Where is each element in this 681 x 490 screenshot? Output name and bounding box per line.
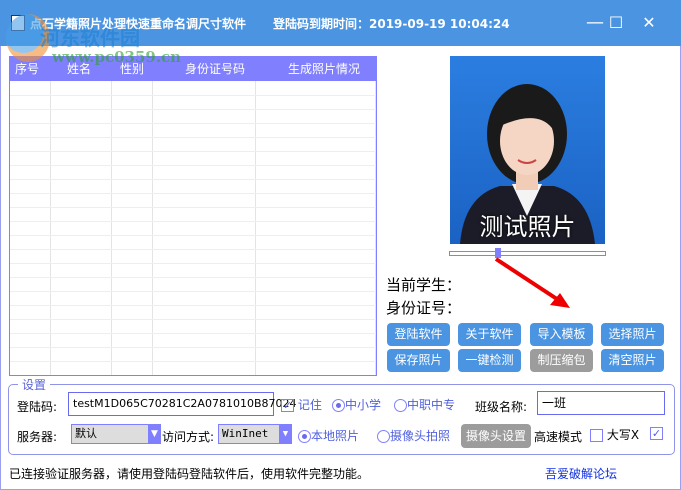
student-table[interactable]: 序号 姓名 性别 身份证号码 生成照片情况 (9, 56, 377, 376)
table-row-line (10, 137, 376, 138)
table-row-line (10, 207, 376, 208)
clear-photos-button[interactable]: 清空照片 (601, 349, 664, 372)
vocational-label: 中职中专 (407, 398, 456, 412)
table-row-line (10, 319, 376, 320)
login-button[interactable]: 登陆软件 (387, 323, 450, 346)
login-code-input[interactable]: testM1D065C70281C2A0781010B87024 (68, 392, 297, 416)
make-zip-button[interactable]: 制压缩包 (530, 349, 593, 372)
primary-label: 中小学 (345, 398, 382, 412)
access-mode-select[interactable]: WinInet ▼ (218, 424, 292, 444)
import-template-button[interactable]: 导入模板 (530, 323, 593, 346)
camera-photo-label: 摄像头拍照 (390, 429, 451, 443)
table-row-line (10, 193, 376, 194)
remember-label: 记住 (297, 398, 322, 412)
table-row-line (10, 291, 376, 292)
close-button[interactable]: ✕ (634, 10, 664, 36)
photo-preview: 测试照片 (450, 56, 605, 244)
status-message: 已连接验证服务器，请使用登陆码登陆软件后，使用软件完整功能。 (9, 467, 370, 481)
uppercase-x-label: 大写X (606, 428, 640, 442)
table-row-line (10, 221, 376, 222)
class-name-input[interactable]: 一班 (537, 391, 665, 415)
access-mode-value: WinInet (222, 427, 269, 440)
server-value: 默认 (75, 427, 97, 440)
radio-icon[interactable] (394, 399, 407, 412)
fast-mode-label: 高速模式 (534, 430, 583, 444)
chevron-down-icon[interactable]: ▼ (148, 424, 161, 444)
server-select[interactable]: 默认 ▼ (71, 424, 161, 444)
checkbox-icon[interactable]: ✓ (281, 399, 294, 412)
table-row-line (10, 333, 376, 334)
server-label: 服务器: (17, 430, 58, 444)
class-name-label: 班级名称: (475, 400, 528, 414)
table-row-line (10, 361, 376, 362)
table-row-line (10, 249, 376, 250)
expiry-time: 登陆码到期时间：2019-09-19 10:04:24 (273, 17, 510, 31)
camera-settings-button[interactable]: 摄像头设置 (461, 424, 531, 448)
table-row-line (10, 95, 376, 96)
table-row-line (10, 109, 376, 110)
table-row-line (10, 151, 376, 152)
id-number-label: 身份证号： (386, 299, 462, 317)
about-button[interactable]: 关于软件 (458, 323, 521, 346)
maximize-button[interactable]: ☐ (601, 10, 631, 36)
radio-icon[interactable] (298, 430, 311, 443)
photo-caption: 测试照片 (479, 213, 576, 241)
watermark-url: www.pc0359.cn (52, 48, 182, 66)
table-row-line (10, 263, 376, 264)
chevron-down-icon[interactable]: ▼ (279, 424, 292, 444)
camera-photo-radio[interactable]: 摄像头拍照 (377, 427, 450, 444)
primary-school-radio[interactable]: 中小学 (332, 396, 381, 413)
watermark-name: 河东软件园 (40, 26, 140, 50)
local-photo-label: 本地照片 (311, 429, 360, 443)
radio-icon[interactable] (332, 399, 345, 412)
table-row-line (10, 165, 376, 166)
settings-title: 设置 (18, 376, 51, 393)
vocational-radio[interactable]: 中职中专 (394, 396, 455, 413)
table-row-line (10, 235, 376, 236)
select-photo-button[interactable]: 选择照片 (601, 323, 664, 346)
table-row-line (10, 375, 376, 376)
table-row-line (10, 123, 376, 124)
save-photo-button[interactable]: 保存照片 (387, 349, 450, 372)
uppercase-x-checkbox[interactable]: 大写X (590, 426, 639, 443)
table-row-line (10, 347, 376, 348)
current-student-label: 当前学生： (386, 276, 462, 294)
access-mode-label: 访问方式: (162, 430, 215, 444)
radio-icon[interactable] (377, 430, 390, 443)
local-photo-radio[interactable]: 本地照片 (298, 427, 359, 444)
table-row-line (10, 179, 376, 180)
login-code-label: 登陆码: (17, 400, 58, 414)
table-row-line (10, 277, 376, 278)
table-row-line (10, 305, 376, 306)
checkbox-icon[interactable] (590, 429, 603, 442)
remember-checkbox[interactable]: ✓ 记住 (281, 396, 322, 413)
red-arrow-annotation (494, 257, 570, 308)
one-click-check-button[interactable]: 一键检测 (458, 349, 521, 372)
col-status[interactable]: 生成照片情况 (256, 57, 360, 81)
forum-link[interactable]: 吾爱破解论坛 (545, 465, 617, 482)
checkbox-icon[interactable]: ✓ (650, 427, 663, 440)
fast-mode-checkbox[interactable]: ✓ (650, 426, 663, 440)
